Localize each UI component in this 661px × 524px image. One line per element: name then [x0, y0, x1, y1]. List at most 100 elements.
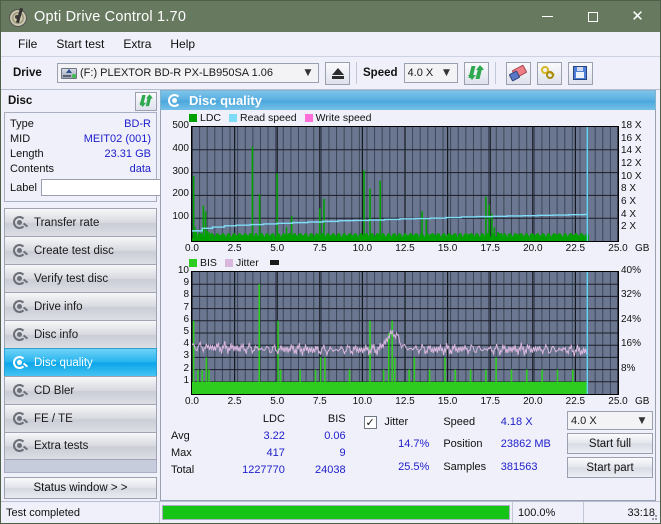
- legend-swatch: [304, 113, 313, 122]
- maximize-button[interactable]: [570, 1, 615, 32]
- stats-row-key: Max: [171, 446, 192, 459]
- refresh-drive-button[interactable]: [463, 61, 489, 85]
- table-row: 25.5%: [364, 456, 429, 478]
- progress-fill: [163, 506, 509, 519]
- floppy-save-icon: [573, 66, 588, 80]
- legend-label: Write speed: [315, 111, 372, 124]
- right-pane: Disc quality LDC Read speed Write speed …: [160, 90, 660, 501]
- progress-percent: 100.0%: [518, 506, 556, 519]
- sidebar-item-disc-info[interactable]: Disc info: [4, 320, 157, 348]
- toolbar-divider: [356, 62, 357, 84]
- disc-ring-icon: [12, 439, 29, 453]
- chart1-xtick: 22.5: [565, 396, 586, 407]
- sidebar-item-extra-tests[interactable]: Extra tests: [4, 432, 157, 460]
- menu-item-file[interactable]: File: [9, 34, 46, 54]
- chart0-ytick-right: 16 X: [621, 132, 642, 144]
- chart1-ytick-left: 6: [183, 313, 189, 325]
- bis-chart-legend: BIS Jitter: [163, 256, 653, 269]
- eject-button[interactable]: [325, 61, 350, 85]
- test-speed-value: 4.0 X: [571, 414, 597, 427]
- chart0-xtick: 5.0: [270, 243, 285, 254]
- legend-item-jitter: Jitter: [224, 257, 259, 269]
- chart0-xtick: 20.0: [523, 243, 543, 254]
- chart1-ytick-left: 3: [183, 350, 189, 362]
- eraser-icon: [508, 64, 528, 82]
- refresh-icon: [138, 94, 153, 107]
- erase-button[interactable]: [505, 61, 531, 85]
- resize-grip[interactable]: [648, 511, 658, 521]
- chart1-ytick-right: 32%: [621, 289, 642, 301]
- sidebar-item-label: Drive info: [34, 300, 83, 313]
- sidebar-item-create-test-disc[interactable]: Create test disc: [4, 236, 157, 264]
- table-row: Total 1227770 24038: [171, 461, 346, 478]
- sidebar-item-drive-info[interactable]: Drive info: [4, 292, 157, 320]
- chart1-ytick-left: 7: [183, 301, 189, 313]
- save-button[interactable]: [567, 61, 593, 85]
- sidebar-item-label: Create test disc: [34, 244, 114, 257]
- keys-button[interactable]: [536, 61, 562, 85]
- chart1-xlabel: GB: [635, 396, 650, 407]
- jitter-avg-value: 14.7%: [398, 438, 430, 451]
- disc-ring-icon: [12, 271, 29, 286]
- drive-select[interactable]: (F:) PLEXTOR BD-R PX-LB950SA 1.06 ▼: [57, 63, 319, 83]
- chart0-xtick: 17.5: [480, 243, 500, 254]
- run-info-value: 381563: [500, 460, 538, 473]
- disc-quality-header: Disc quality: [160, 90, 656, 110]
- disc-ring-icon: [12, 299, 29, 314]
- stats-col-ldc: LDC: [262, 413, 285, 426]
- sidebar-item-disc-quality[interactable]: Disc quality: [4, 348, 157, 376]
- test-speed-select[interactable]: 4.0 X ▼: [567, 411, 653, 430]
- legend-item-ldc: LDC: [189, 112, 221, 124]
- sidebar-item-label: Extra tests: [34, 440, 89, 452]
- chart1-xtick: 2.5: [227, 396, 242, 407]
- chart1-ytick-left: 4: [183, 338, 189, 350]
- sidebar-item-verify-test-disc[interactable]: Verify test disc: [4, 264, 157, 292]
- table-row: 14.7%: [364, 433, 430, 455]
- sidebar-item-transfer-rate[interactable]: Transfer rate: [4, 208, 157, 236]
- menu-item-help[interactable]: Help: [161, 34, 204, 54]
- menu-item-start-test[interactable]: Start test: [47, 34, 113, 54]
- sidebar-item-fe-te[interactable]: FE / TE: [4, 404, 157, 432]
- chevron-down-icon: ▼: [638, 415, 646, 426]
- chevron-down-icon: ▼: [443, 68, 450, 78]
- start-part-button[interactable]: Start part: [567, 457, 653, 478]
- jitter-header-row: ✓ Jitter: [363, 411, 430, 433]
- legend-label: BIS: [200, 256, 217, 269]
- status-message: Test completed: [6, 506, 80, 519]
- sidebar-item-label: Disc quality: [34, 356, 93, 369]
- disc-panel-header: Disc: [4, 90, 157, 112]
- disc-row-key: MID: [10, 132, 31, 145]
- page-title: Disc quality: [189, 93, 262, 108]
- stats-row-ldc: 417: [266, 446, 285, 459]
- start-full-button[interactable]: Start full: [567, 433, 653, 454]
- chart0-xtick: 15.0: [437, 243, 458, 254]
- status-window-button[interactable]: Status window > >: [4, 477, 157, 499]
- chart0-xlabel: GB: [635, 243, 650, 254]
- disc-row-value: MEIT02 (001): [83, 132, 151, 145]
- sidebar-item-cd-bler[interactable]: CD Bler: [4, 376, 157, 404]
- chart0-ytick-right: 14 X: [621, 145, 642, 157]
- sidebar-item-label: Disc info: [34, 328, 79, 341]
- chart1-xtick: 15.0: [437, 396, 458, 407]
- close-button[interactable]: ✕: [615, 1, 660, 32]
- legend-label: Read speed: [240, 111, 297, 124]
- minimize-button[interactable]: [525, 1, 570, 32]
- disc-quality-icon: [168, 94, 182, 107]
- actions-column: 4.0 X ▼ Start full Start part: [567, 411, 653, 478]
- chart0-plot-area: [191, 126, 619, 242]
- disc-refresh-button[interactable]: [135, 91, 157, 111]
- chart0-xtick: 2.5: [227, 243, 242, 254]
- stats-header-row: LDC BIS: [171, 411, 346, 428]
- jitter-table: ✓ Jitter 14.7% 25.5%: [363, 411, 430, 478]
- jitter-checkbox[interactable]: ✓: [363, 415, 377, 429]
- menu-item-extra[interactable]: Extra: [114, 34, 160, 54]
- drive-toolbar: Drive (F:) PLEXTOR BD-R PX-LB950SA 1.06 …: [1, 57, 660, 90]
- window-title: Opti Drive Control 1.70: [34, 8, 187, 25]
- chart0-xtick: 25.0: [608, 243, 628, 254]
- chart1-ytick-left: 9: [183, 277, 189, 289]
- chart1-ytick-right: 24%: [621, 313, 642, 325]
- disc-label-row: Label: [10, 178, 246, 197]
- chart0-ytick-left: 100: [172, 211, 189, 223]
- speed-select[interactable]: 4.0 X ▼: [403, 63, 458, 83]
- disc-row-mid: MID MEIT02 (001): [10, 131, 151, 146]
